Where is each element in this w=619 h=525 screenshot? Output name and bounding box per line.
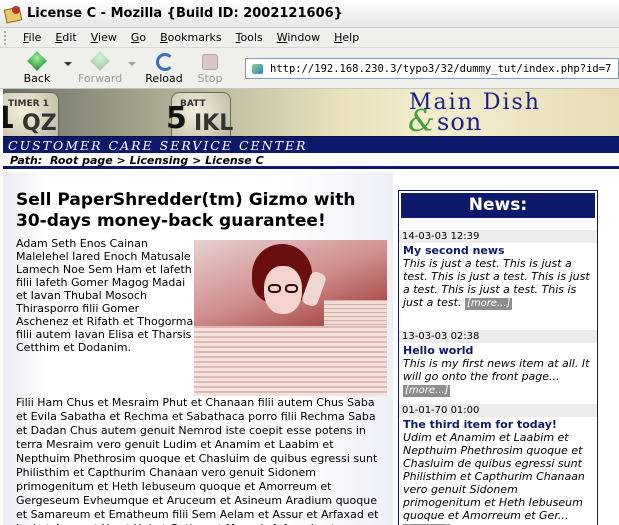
- body-paragraph-1: Adam Seth Enos Cainan Malelehel Iared En…: [16, 237, 194, 354]
- menu-help[interactable]: Help: [327, 31, 366, 44]
- window-titlebar: License C - Mozilla {Build ID: 200212160…: [0, 0, 619, 28]
- news-heading: News:: [401, 193, 595, 218]
- reload-button[interactable]: Reload: [142, 50, 186, 87]
- menu-window[interactable]: Window: [270, 31, 327, 44]
- news-title-link[interactable]: My second news: [403, 244, 593, 257]
- site-banner: TIMER 1 1 QZ BATT 5 IKL Main Dish & son: [3, 89, 619, 136]
- news-item: 14-03-03 12:39 My second news This is ju…: [399, 230, 597, 310]
- mozilla-app-icon: [5, 5, 21, 22]
- news-more-link[interactable]: [more...]: [464, 298, 513, 310]
- forward-history-dropdown-icon[interactable]: [128, 62, 136, 66]
- menu-edit[interactable]: Edit: [48, 31, 83, 44]
- menu-tools[interactable]: Tools: [229, 31, 270, 44]
- back-button[interactable]: Back: [15, 50, 59, 87]
- news-teaser: This is just a test. This is just a test…: [403, 257, 590, 310]
- location-bar[interactable]: http://192.168.230.3/typo3/32/dummy_tut/…: [245, 58, 619, 79]
- news-teaser: Udim et Anamim et Laabim et Nepthuim Phe…: [403, 431, 593, 525]
- news-item: 01-01-70 01:00 The third item for today!…: [399, 404, 597, 525]
- service-header: CUSTOMER CARE SERVICE CENTER: [3, 136, 619, 153]
- news-item: 13-03-03 02:38 Hello world This is my fi…: [399, 330, 597, 397]
- news-teaser: This is my first news item at all. It wi…: [403, 357, 590, 397]
- url-input[interactable]: http://192.168.230.3/typo3/32/dummy_tut/…: [270, 63, 611, 75]
- stop-icon: [202, 54, 218, 70]
- keypad-key-1: TIMER 1 1 QZ: [3, 92, 59, 136]
- stop-button[interactable]: Stop: [188, 50, 232, 87]
- window-title: License C - Mozilla {Build ID: 200212160…: [27, 6, 343, 21]
- forward-button[interactable]: Forward: [78, 50, 122, 87]
- news-title-link[interactable]: The third item for today!: [403, 418, 593, 431]
- menu-view[interactable]: View: [84, 31, 124, 44]
- news-more-link[interactable]: [more...]: [403, 385, 451, 397]
- news-date: 13-03-03 02:38: [399, 330, 597, 343]
- breadcrumb-licensing[interactable]: Licensing: [130, 154, 189, 167]
- menu-go[interactable]: Go: [124, 31, 153, 44]
- news-title-link[interactable]: Hello world: [403, 344, 593, 357]
- reload-icon: [156, 53, 174, 71]
- news-box: News: 14-03-03 12:39 My second news This…: [398, 190, 598, 525]
- back-arrow-icon: [28, 54, 46, 72]
- back-history-dropdown-icon[interactable]: [64, 62, 72, 66]
- navigation-toolbar: Back Forward Reload Stop http://192.168.…: [0, 48, 619, 89]
- news-date: 14-03-03 12:39: [399, 230, 597, 243]
- news-date: 01-01-70 01:00: [399, 404, 597, 417]
- forward-arrow-icon: [91, 54, 109, 72]
- breadcrumb: Path: Root page > Licensing > License C: [3, 153, 619, 169]
- menubar: File Edit View Go Bookmarks Tools Window…: [0, 28, 619, 48]
- site-logo[interactable]: Main Dish & son: [407, 89, 619, 136]
- menu-bookmarks[interactable]: Bookmarks: [153, 31, 228, 44]
- page-proxy-icon[interactable]: [251, 62, 265, 76]
- breadcrumb-license-c[interactable]: License C: [205, 154, 264, 167]
- toolbar-grip[interactable]: [4, 30, 10, 45]
- main-content: Sell PaperShredder(tm) Gizmo with 30-day…: [3, 172, 393, 525]
- keypad-key-5: BATT 5 IKL: [166, 92, 233, 136]
- breadcrumb-root-page[interactable]: Root page: [50, 154, 113, 167]
- page-content: TIMER 1 1 QZ BATT 5 IKL Main Dish & son …: [3, 89, 619, 525]
- body-paragraph-2: Filii Ham Chus et Mesraim Phut et Chanaa…: [16, 396, 379, 525]
- page-headline: Sell PaperShredder(tm) Gizmo with 30-day…: [16, 190, 356, 231]
- product-photo: [194, 240, 387, 396]
- menu-file[interactable]: File: [16, 31, 48, 44]
- breadcrumb-prefix: Path:: [10, 154, 43, 167]
